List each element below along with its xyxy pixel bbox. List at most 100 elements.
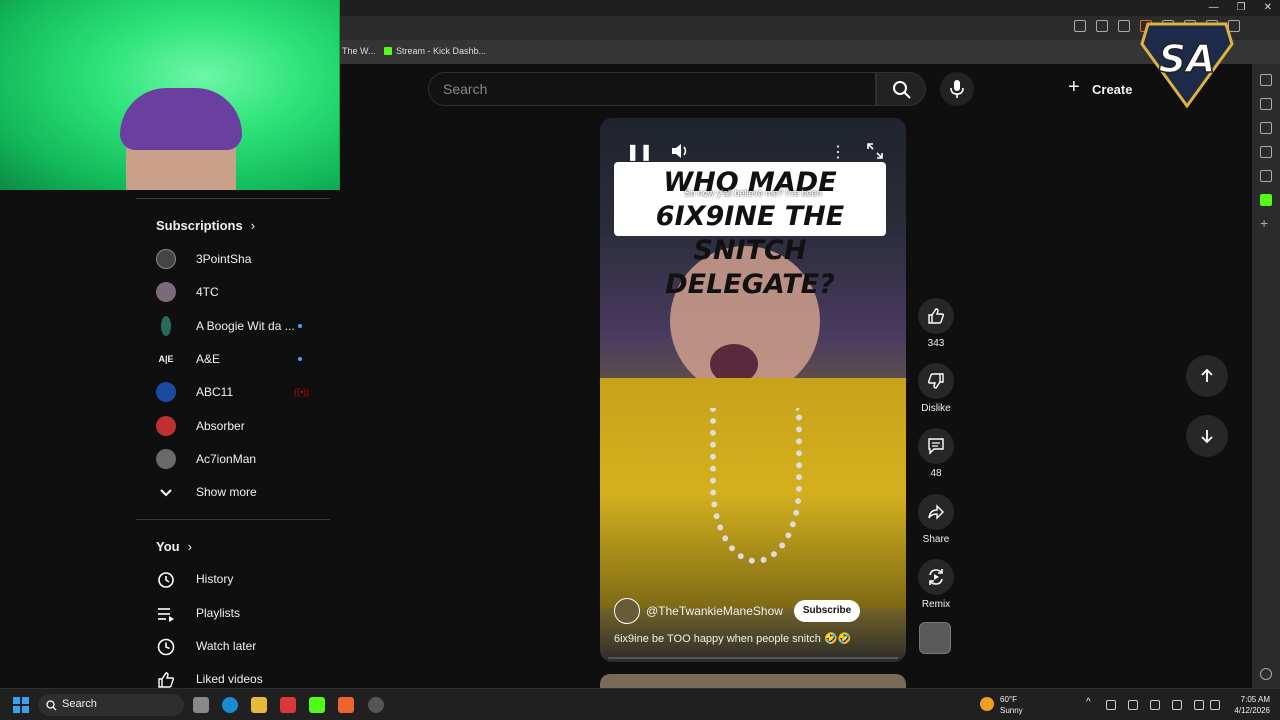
comments-button[interactable]: 48 bbox=[916, 428, 956, 479]
channel-handle[interactable]: @TheTwankieManeShow bbox=[646, 604, 783, 618]
bookmark-item-kick[interactable]: Stream - Kick Dashb... bbox=[384, 46, 486, 56]
clock-icon bbox=[156, 638, 176, 656]
avatar bbox=[156, 249, 176, 269]
chevron-right-icon: › bbox=[250, 218, 256, 233]
like-button[interactable]: 343 bbox=[916, 298, 956, 349]
share-button[interactable]: Share bbox=[916, 494, 956, 545]
playlists-icon bbox=[156, 605, 176, 623]
previous-short-button[interactable] bbox=[1186, 355, 1228, 397]
brave-icon[interactable] bbox=[338, 697, 354, 713]
taskbar-clock[interactable]: 7:05 AM 4/12/2026 bbox=[1226, 694, 1270, 716]
sidebar-item-subscription[interactable]: Ac7ionMan bbox=[156, 447, 326, 473]
rail-reading-list-icon[interactable] bbox=[1260, 170, 1272, 182]
search-input[interactable]: Search bbox=[428, 72, 876, 106]
rail-kick-icon[interactable] bbox=[1260, 194, 1272, 206]
tray-app-icon[interactable] bbox=[1106, 700, 1116, 710]
zoom-icon[interactable] bbox=[1096, 20, 1108, 32]
video-subtitle: So now y'all believe me? I've been bbox=[684, 188, 822, 198]
you-title: You bbox=[156, 539, 180, 554]
subscriptions-title: Subscriptions bbox=[156, 218, 243, 233]
sidebar-item-playlists[interactable]: Playlists bbox=[156, 601, 326, 627]
create-button[interactable]: + Create bbox=[1064, 74, 1140, 104]
search-icon bbox=[893, 81, 911, 99]
windows-taskbar: Search 60°F Sunny ^ 7:05 AM 4/12/2026 bbox=[0, 688, 1280, 720]
share-page-icon[interactable] bbox=[1118, 20, 1130, 32]
share-icon bbox=[918, 494, 954, 530]
divider bbox=[136, 198, 330, 199]
rail-bookmarks-icon[interactable] bbox=[1260, 146, 1272, 158]
edge-icon[interactable] bbox=[222, 697, 238, 713]
next-short-preview[interactable] bbox=[600, 674, 906, 688]
channel-avatar[interactable] bbox=[614, 598, 640, 624]
sidebar-item-history[interactable]: History bbox=[156, 567, 326, 593]
rail-pin-icon[interactable] bbox=[1260, 74, 1272, 86]
sidebar-item-subscription[interactable]: A Boogie Wit da ... bbox=[156, 314, 326, 340]
sidebar-item-subscription[interactable]: 3PointSha bbox=[156, 247, 326, 273]
sidebar-item-subscription[interactable]: ABC11 ((•)) bbox=[156, 380, 326, 406]
you-header[interactable]: You › bbox=[156, 539, 192, 554]
tray-expand-icon[interactable]: ^ bbox=[1086, 697, 1091, 708]
pause-icon[interactable]: ❚❚ bbox=[626, 142, 653, 162]
voice-search-button[interactable] bbox=[940, 72, 974, 106]
close-icon[interactable]: ✕ bbox=[1264, 2, 1272, 13]
subscriptions-header[interactable]: Subscriptions › bbox=[156, 218, 255, 233]
restore-icon[interactable]: ❐ bbox=[1237, 2, 1246, 13]
sidebar-item-watch-later[interactable]: Watch later bbox=[156, 634, 326, 660]
task-view-icon[interactable] bbox=[193, 697, 209, 713]
network-icon[interactable] bbox=[1194, 700, 1204, 710]
dislike-button[interactable]: Dislike bbox=[916, 363, 956, 414]
comment-count: 48 bbox=[930, 468, 942, 479]
remix-button[interactable]: Remix bbox=[916, 559, 956, 610]
tray-app-icon[interactable] bbox=[1128, 700, 1138, 710]
sidebar-item-subscription[interactable]: A|E A&E bbox=[156, 347, 326, 373]
file-explorer-icon[interactable] bbox=[251, 697, 267, 713]
more-options-icon[interactable]: ⋮ bbox=[830, 142, 846, 162]
create-label: Create bbox=[1092, 82, 1133, 97]
channel-name: Ac7ionMan bbox=[196, 452, 257, 466]
kick-app-icon[interactable] bbox=[309, 697, 325, 713]
short-video-player[interactable]: WHO MADE 6IX9INE THE SNITCH DELEGATE? So… bbox=[600, 118, 906, 662]
sidebar-item-subscription[interactable]: Absorber bbox=[156, 414, 326, 440]
volume-icon[interactable] bbox=[670, 142, 690, 165]
next-short-button[interactable] bbox=[1186, 415, 1228, 457]
adobe-icon[interactable] bbox=[280, 697, 296, 713]
channel-name: Absorber bbox=[196, 419, 245, 433]
microphone-tray-icon[interactable] bbox=[1150, 700, 1160, 710]
show-more-button[interactable]: Show more bbox=[156, 480, 326, 506]
bookmark-item[interactable]: The W... bbox=[342, 46, 376, 56]
rail-add-icon[interactable]: + bbox=[1260, 216, 1272, 230]
sidebar-item-label: Liked videos bbox=[196, 672, 263, 686]
windows-start-icon[interactable] bbox=[13, 697, 29, 713]
obs-icon[interactable] bbox=[368, 697, 384, 713]
rail-wallet-icon[interactable] bbox=[1260, 122, 1272, 134]
video-subject-chain bbox=[710, 408, 802, 564]
volume-tray-icon[interactable] bbox=[1210, 700, 1220, 710]
video-caption-overlay: WHO MADE 6IX9INE THE SNITCH DELEGATE? bbox=[614, 162, 886, 300]
clock-time: 7:05 AM bbox=[1240, 695, 1270, 704]
avatar bbox=[156, 382, 176, 402]
fullscreen-icon[interactable] bbox=[866, 142, 884, 165]
sun-icon bbox=[980, 697, 994, 711]
cast-icon[interactable] bbox=[1074, 20, 1086, 32]
chevron-down-icon bbox=[156, 484, 176, 502]
plus-icon: + bbox=[1068, 76, 1080, 98]
video-progress-bar[interactable] bbox=[608, 657, 898, 659]
subscribe-button[interactable]: Subscribe bbox=[794, 600, 860, 622]
overlay-logo: SA bbox=[1136, 14, 1238, 110]
sidebar-item-label: History bbox=[196, 572, 234, 586]
search-button[interactable] bbox=[876, 72, 926, 106]
minimize-icon[interactable]: — bbox=[1209, 2, 1219, 13]
logo-text: SA bbox=[1159, 37, 1216, 81]
dislike-label: Dislike bbox=[921, 403, 951, 414]
rail-settings-icon[interactable] bbox=[1260, 668, 1272, 680]
channel-name: A&E bbox=[196, 352, 221, 366]
taskbar-search[interactable]: Search bbox=[38, 694, 184, 716]
tray-app-icon[interactable] bbox=[1172, 700, 1182, 710]
avatar bbox=[156, 282, 176, 302]
sound-avatar[interactable] bbox=[919, 622, 951, 654]
rail-leo-icon[interactable] bbox=[1260, 98, 1272, 110]
avatar: A|E bbox=[156, 349, 176, 369]
short-title[interactable]: 6ix9ine be TOO happy when people snitch … bbox=[614, 632, 851, 645]
sidebar-item-label: Playlists bbox=[196, 606, 241, 620]
sidebar-item-subscription[interactable]: 4TC bbox=[156, 280, 326, 306]
